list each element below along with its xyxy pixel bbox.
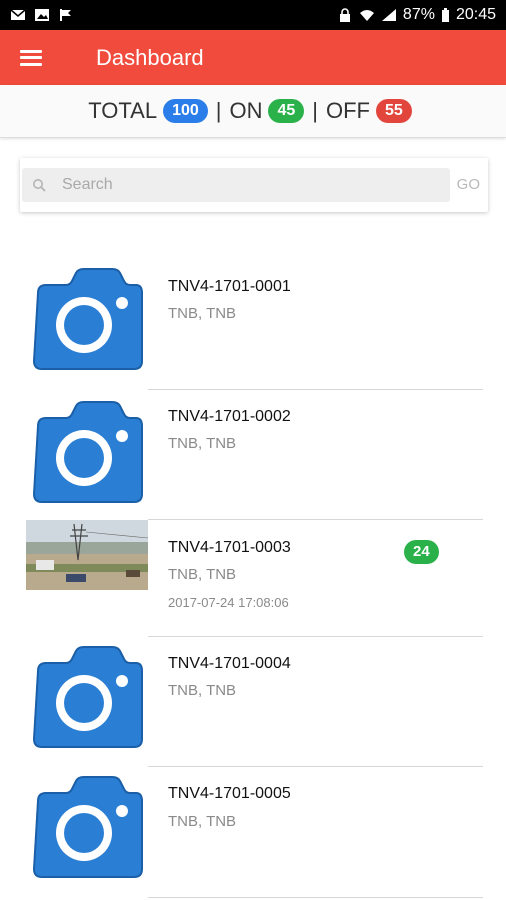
lock-icon bbox=[339, 8, 350, 22]
last-snapshot-timestamp: 2017-07-24 17:08:06 bbox=[168, 595, 289, 610]
total-count-badge: 100 bbox=[163, 99, 208, 123]
search-input[interactable] bbox=[60, 175, 424, 195]
separator: | bbox=[215, 98, 222, 123]
on-label: ON bbox=[229, 98, 263, 123]
total-label: TOTAL bbox=[88, 98, 158, 123]
divider bbox=[148, 897, 483, 898]
mail-icon bbox=[10, 9, 26, 20]
camera-location: TNB, TNB bbox=[168, 305, 237, 322]
camera-placeholder-icon bbox=[32, 401, 143, 503]
camera-placeholder-icon bbox=[32, 646, 143, 748]
off-count-badge: 55 bbox=[376, 99, 412, 123]
search-box bbox=[22, 168, 450, 202]
camera-location: TNB, TNB bbox=[168, 813, 237, 830]
camera-list-item[interactable]: TNV4-1701-0002 TNB, TNB bbox=[0, 390, 506, 520]
off-label: OFF bbox=[326, 98, 370, 123]
wifi-icon bbox=[359, 10, 374, 21]
camera-placeholder-icon bbox=[32, 776, 143, 878]
page-title: Dashboard bbox=[96, 44, 204, 70]
go-button[interactable]: GO bbox=[457, 176, 480, 193]
camera-list-item[interactable]: TNV4-1701-0003 24 TNB, TNB 2017-07-24 17… bbox=[0, 520, 506, 637]
camera-name: TNV4-1701-0002 bbox=[168, 408, 291, 425]
separator: | bbox=[312, 98, 318, 123]
camera-name: TNV4-1701-0005 bbox=[168, 785, 291, 802]
flag-icon bbox=[60, 9, 71, 21]
camera-location: TNB, TNB bbox=[168, 566, 237, 583]
camera-placeholder-icon bbox=[32, 268, 143, 370]
camera-name: TNV4-1701-0004 bbox=[168, 655, 291, 672]
search-icon bbox=[33, 179, 46, 192]
status-bar: 87% 20:45 bbox=[0, 0, 506, 30]
camera-list-item[interactable]: TNV4-1701-0004 TNB, TNB bbox=[0, 637, 506, 767]
image-icon bbox=[35, 9, 49, 21]
on-count-badge: 45 bbox=[268, 99, 305, 123]
signal-icon bbox=[381, 9, 396, 21]
event-count-badge: 24 bbox=[404, 540, 439, 564]
clock: 20:45 bbox=[455, 6, 496, 23]
camera-snapshot-photo bbox=[26, 520, 148, 590]
camera-summary: TOTAL 100 | ON 45 | OFF 55 bbox=[0, 85, 506, 138]
battery-icon bbox=[441, 8, 449, 22]
app-bar: Dashboard bbox=[0, 30, 506, 85]
battery-level: 87% bbox=[402, 6, 435, 23]
camera-list-item[interactable]: TNV4-1701-0005 TNB, TNB bbox=[0, 767, 506, 900]
camera-list-item[interactable]: TNV4-1701-0001 TNB, TNB bbox=[0, 255, 506, 390]
notification-icons bbox=[10, 8, 74, 22]
camera-name: TNV4-1701-0003 bbox=[168, 539, 291, 556]
camera-location: TNB, TNB bbox=[168, 435, 237, 452]
camera-location: TNB, TNB bbox=[168, 682, 237, 699]
system-indicators: 87% 20:45 bbox=[337, 6, 496, 24]
search-card: GO bbox=[20, 158, 488, 212]
menu-icon[interactable] bbox=[20, 49, 42, 66]
camera-name: TNV4-1701-0001 bbox=[168, 278, 291, 295]
